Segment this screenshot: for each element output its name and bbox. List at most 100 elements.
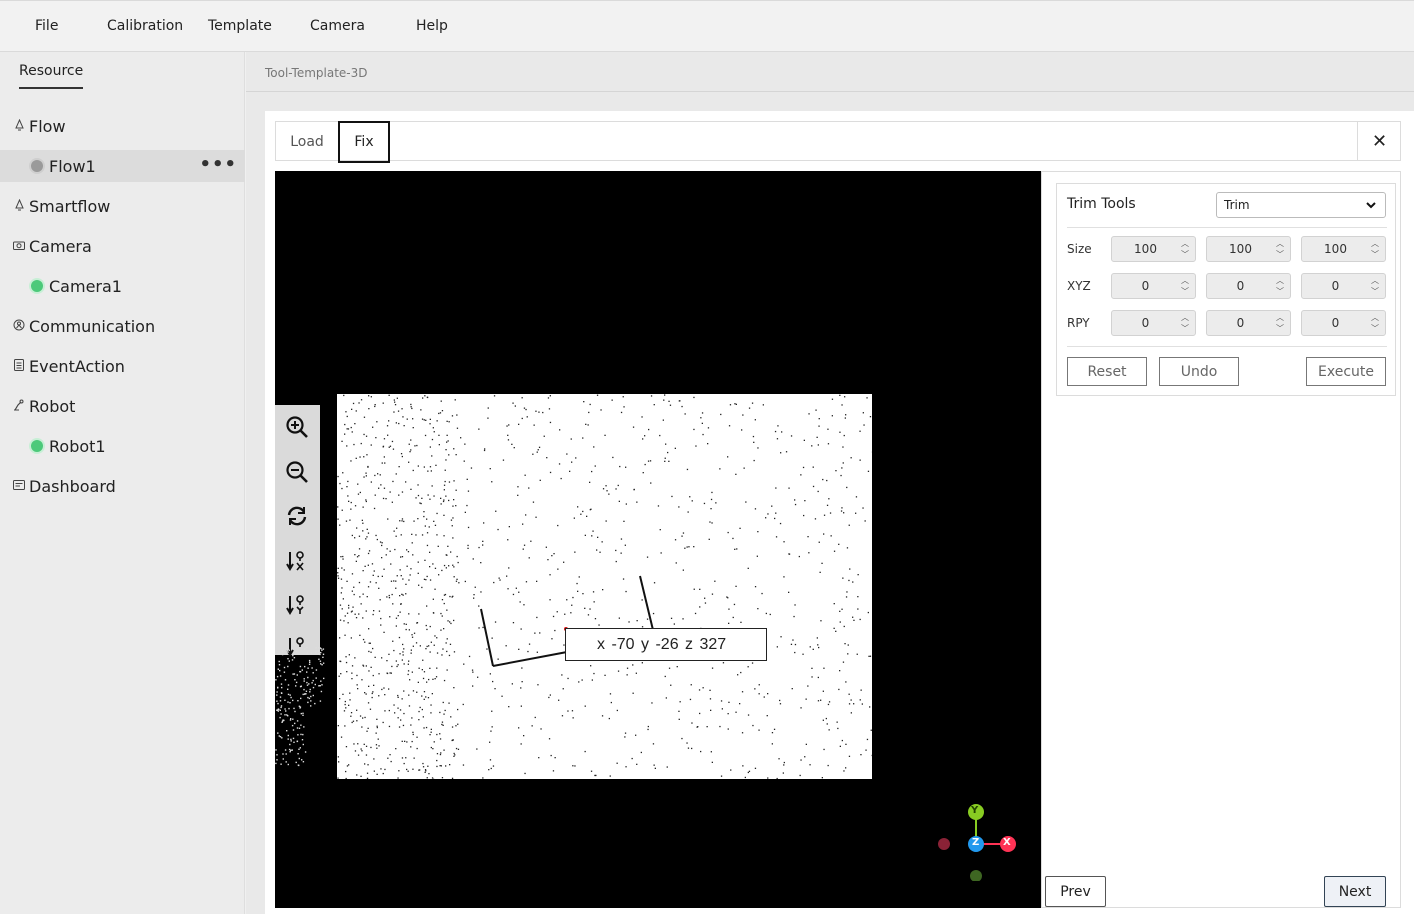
chevron-up-icon[interactable]: ︿ <box>1368 312 1382 323</box>
reset-view-icon[interactable] <box>283 502 311 530</box>
tree-item-robot[interactable]: Robot <box>0 390 245 422</box>
chevron-down-icon[interactable]: ﹀ <box>1273 323 1287 334</box>
tree-item-robot1[interactable]: Robot1 <box>0 430 245 462</box>
spin-value: 100 <box>1229 242 1252 256</box>
execute-button[interactable]: Execute <box>1306 357 1386 386</box>
chevron-down-icon[interactable]: ﹀ <box>1273 286 1287 297</box>
chevron-up-icon[interactable]: ︿ <box>1273 275 1287 286</box>
chevron-up-icon[interactable]: ︿ <box>1178 312 1192 323</box>
tree-item-smartflow[interactable]: Smartflow <box>0 190 245 222</box>
trim-mode-value: Trim <box>1224 198 1250 212</box>
point-cloud <box>337 394 874 781</box>
view-y-icon[interactable] <box>283 591 311 619</box>
next-button[interactable]: Next <box>1324 876 1386 907</box>
axis-z-label: Z <box>972 837 980 848</box>
tree-item-label: Robot1 <box>49 436 106 456</box>
chevron-down-icon[interactable]: ﹀ <box>1368 323 1382 334</box>
resource-tab[interactable]: Resource <box>19 63 84 89</box>
point-cloud-render <box>337 394 874 781</box>
status-dot-icon <box>31 280 43 292</box>
tree-item-label: Dashboard <box>29 476 116 496</box>
tree-item-eventaction[interactable]: EventAction <box>0 350 245 382</box>
size-y-input[interactable]: 100 ︿ ﹀ <box>1206 236 1291 262</box>
point-cloud-fragment <box>275 646 325 767</box>
bell-icon <box>10 118 28 134</box>
robot-icon <box>10 399 28 414</box>
size-z-input[interactable]: 100 ︿ ﹀ <box>1301 236 1386 262</box>
point-cloud-viewport[interactable]: x -70 y -26 z 327 Y X Z <box>275 171 1041 908</box>
divider <box>1067 227 1387 228</box>
undo-button[interactable]: Undo <box>1159 357 1239 386</box>
tree-item-dashboard[interactable]: Dashboard <box>0 470 245 502</box>
chevron-up-icon[interactable]: ︿ <box>1273 312 1287 323</box>
zoom-out-icon[interactable] <box>283 458 311 486</box>
spin-value: 100 <box>1324 242 1347 256</box>
rpy-label: RPY <box>1067 316 1090 330</box>
chevron-up-icon[interactable]: ︿ <box>1178 238 1192 249</box>
template-card: Load Fix ✕ x -70 y -26 z 327 Y X Z Trim … <box>265 111 1414 914</box>
prev-button[interactable]: Prev <box>1045 876 1106 907</box>
spin-value: 0 <box>1141 316 1150 330</box>
menu-file[interactable]: File <box>35 18 58 34</box>
dashboard-icon <box>10 479 28 493</box>
menu-help[interactable]: Help <box>416 18 448 34</box>
tab-load[interactable]: Load <box>276 121 338 163</box>
close-icon[interactable]: ✕ <box>1357 121 1401 161</box>
more-options-icon[interactable]: ••• <box>199 154 237 175</box>
camera-icon <box>10 240 28 253</box>
tree-item-label: Camera <box>29 236 92 256</box>
chevron-down-icon[interactable]: ﹀ <box>1178 286 1192 297</box>
view-x-icon[interactable] <box>283 547 311 575</box>
rpy-r-input[interactable]: 0 ︿ ﹀ <box>1111 310 1196 336</box>
divider <box>246 91 1414 92</box>
spin-value: 0 <box>1236 279 1245 293</box>
tree-item-flow1[interactable]: Flow1 ••• <box>0 150 245 182</box>
coordinate-readout: x -70 y -26 z 327 <box>565 628 767 661</box>
trim-mode-select[interactable]: Trim <box>1216 192 1386 218</box>
tree-item-communication[interactable]: Communication <box>0 310 245 342</box>
spin-value: 0 <box>1331 279 1340 293</box>
chevron-up-icon[interactable]: ︿ <box>1273 238 1287 249</box>
chevron-down-icon[interactable]: ﹀ <box>1273 249 1287 260</box>
chevron-down-icon <box>1366 202 1376 209</box>
chevron-up-icon[interactable]: ︿ <box>1178 275 1192 286</box>
list-icon <box>10 358 28 374</box>
trim-tools-title: Trim Tools <box>1067 196 1136 212</box>
status-dot-icon <box>31 440 43 452</box>
xyz-y-input[interactable]: 0 ︿ ﹀ <box>1206 273 1291 299</box>
rpy-y-input[interactable]: 0 ︿ ﹀ <box>1301 310 1386 336</box>
menu-camera[interactable]: Camera <box>310 18 365 34</box>
view-toolbar <box>275 405 320 657</box>
main-area: Tool-Template-3D Load Fix ✕ x -70 y -26 … <box>246 52 1414 914</box>
tree-item-label: Communication <box>29 316 156 336</box>
chevron-down-icon[interactable]: ﹀ <box>1178 323 1192 334</box>
menu-template[interactable]: Template <box>208 18 272 34</box>
tree-item-camera1[interactable]: Camera1 <box>0 270 245 302</box>
chevron-up-icon[interactable]: ︿ <box>1368 238 1382 249</box>
spin-value: 0 <box>1331 316 1340 330</box>
tree-item-camera[interactable]: Camera <box>0 230 245 262</box>
tree-item-label: Flow1 <box>49 156 96 176</box>
divider <box>1067 346 1387 347</box>
zoom-in-icon[interactable] <box>283 413 311 441</box>
bell-icon <box>10 198 28 214</box>
chevron-down-icon[interactable]: ﹀ <box>1178 249 1192 260</box>
axis-y-label: Y <box>971 805 979 816</box>
chevron-up-icon[interactable]: ︿ <box>1368 275 1382 286</box>
chevron-down-icon[interactable]: ﹀ <box>1368 286 1382 297</box>
chevron-down-icon[interactable]: ﹀ <box>1368 249 1382 260</box>
resource-panel: Resource Flow Flow1 ••• Smartflow Camera… <box>0 52 245 914</box>
menu-calibration[interactable]: Calibration <box>107 18 183 34</box>
tab-fix[interactable]: Fix <box>338 121 390 163</box>
axis-x-label: X <box>1003 837 1011 848</box>
tree-item-flow[interactable]: Flow <box>0 110 245 142</box>
tab-bar: Load Fix ✕ <box>275 121 1401 163</box>
size-x-input[interactable]: 100 ︿ ﹀ <box>1111 236 1196 262</box>
spin-value: 100 <box>1134 242 1157 256</box>
spin-value: 0 <box>1141 279 1150 293</box>
xyz-z-input[interactable]: 0 ︿ ﹀ <box>1301 273 1386 299</box>
rpy-p-input[interactable]: 0 ︿ ﹀ <box>1206 310 1291 336</box>
breadcrumb: Tool-Template-3D <box>265 66 368 80</box>
xyz-x-input[interactable]: 0 ︿ ﹀ <box>1111 273 1196 299</box>
reset-button[interactable]: Reset <box>1067 357 1147 386</box>
